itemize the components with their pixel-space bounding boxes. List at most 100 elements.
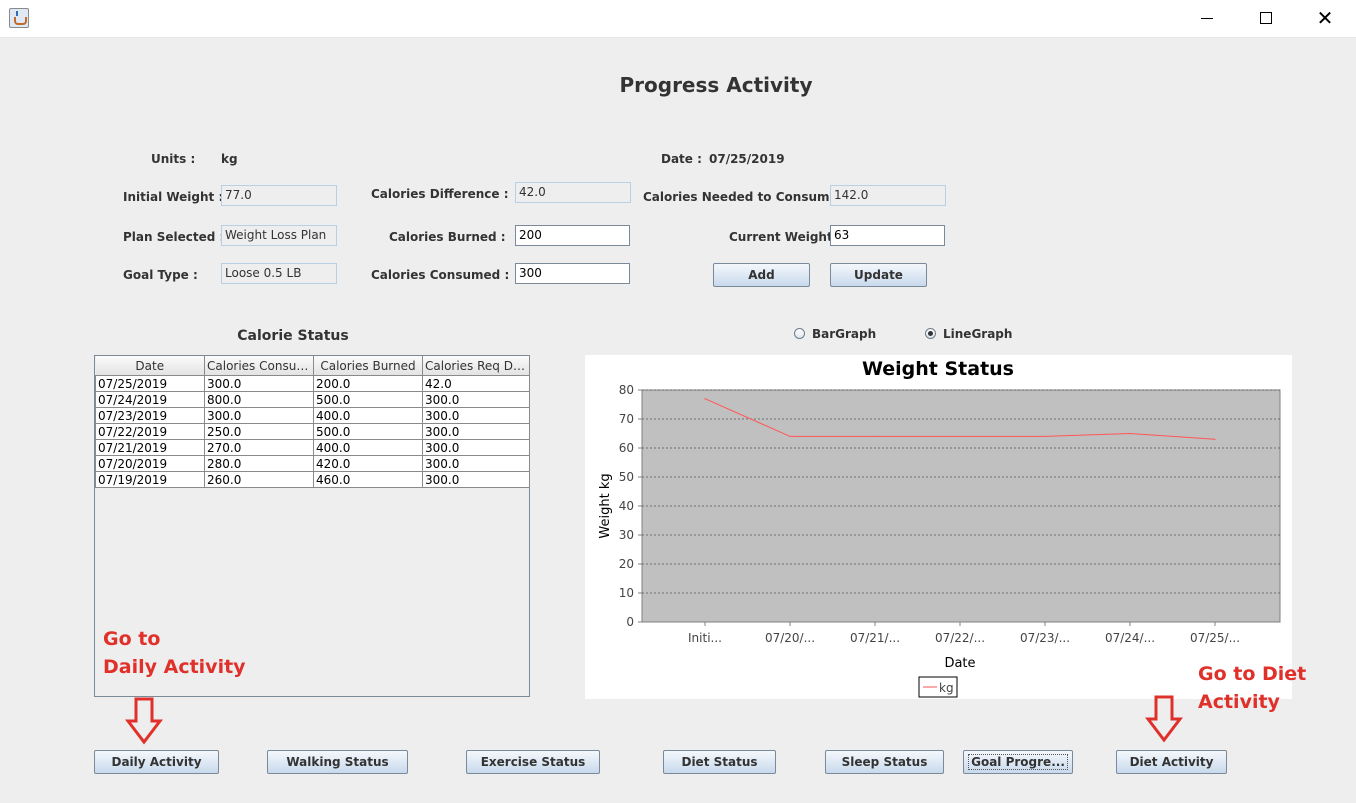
weight-status-chart: Weight Status 0 10 20 30 40 50 60 70 80 Initi... 07… — [585, 355, 1292, 699]
goal-progress-label: Goal Progre... — [968, 754, 1068, 770]
cell-date: 07/20/2019 — [95, 455, 205, 472]
cell-consumed: 800.0 — [204, 391, 314, 408]
cell-burned: 500.0 — [313, 423, 423, 440]
data-point — [704, 398, 706, 400]
y-tick-label: 20 — [619, 557, 634, 571]
y-tick-label: 50 — [619, 470, 634, 484]
x-tick-label: 07/21/... — [850, 631, 900, 645]
radio-selected-icon — [925, 328, 936, 339]
down-arrow-icon — [125, 697, 163, 745]
cell-burned: 200.0 — [313, 375, 423, 392]
cell-consumed: 300.0 — [204, 407, 314, 424]
cell-date: 07/23/2019 — [95, 407, 205, 424]
data-point — [874, 435, 876, 437]
current-weight-input[interactable]: 63 — [830, 225, 945, 246]
calories-burned-input[interactable]: 200 — [515, 225, 630, 246]
table-row[interactable]: 07/25/2019 300.0 200.0 42.0 — [95, 375, 530, 392]
calories-needed-label: Calories Needed to Consumed : — [643, 190, 856, 204]
table-row[interactable]: 07/20/2019 280.0 420.0 300.0 — [95, 455, 530, 472]
y-tick-label: 10 — [619, 586, 634, 600]
date-label: Date : — [661, 152, 702, 166]
sleep-status-button[interactable]: Sleep Status — [825, 750, 944, 774]
y-tick-label: 40 — [619, 499, 634, 513]
initial-weight-label: Initial Weight : — [123, 190, 224, 204]
y-tick-label: 0 — [626, 615, 634, 629]
cell-consumed: 260.0 — [204, 471, 314, 488]
linegraph-label: LineGraph — [943, 327, 1013, 341]
down-arrow-icon — [1145, 695, 1183, 743]
maximize-button[interactable] — [1237, 0, 1295, 37]
walking-status-button[interactable]: Walking Status — [267, 750, 408, 774]
java-app-icon — [9, 8, 29, 28]
calories-burned-label: Calories Burned : — [389, 230, 506, 244]
y-tick-label: 70 — [619, 412, 634, 426]
close-button[interactable]: ✕ — [1296, 0, 1354, 37]
x-tick-label: 07/23/... — [1020, 631, 1070, 645]
calories-consumed-input[interactable]: 300 — [515, 263, 630, 284]
table-row[interactable]: 07/24/2019 800.0 500.0 300.0 — [95, 391, 530, 408]
x-tick-label: 07/20/... — [765, 631, 815, 645]
radio-unselected-icon — [794, 328, 805, 339]
x-tick-label: 07/25/... — [1190, 631, 1240, 645]
data-point — [1044, 435, 1046, 437]
diet-status-button[interactable]: Diet Status — [663, 750, 776, 774]
calories-needed-field: 142.0 — [830, 185, 946, 206]
cell-diff: 300.0 — [422, 423, 530, 440]
annotation-daily-line1: Go to — [103, 628, 161, 650]
bargraph-label: BarGraph — [812, 327, 877, 341]
cell-diff: 300.0 — [422, 439, 530, 456]
current-weight-label: Current Weight : — [729, 230, 842, 244]
table-header-row: Date Calories Consum... Calories Burned … — [95, 356, 530, 376]
daily-activity-button[interactable]: Daily Activity — [94, 750, 219, 774]
cell-date: 07/25/2019 — [95, 375, 205, 392]
cell-burned: 400.0 — [313, 407, 423, 424]
add-button[interactable]: Add — [713, 263, 810, 287]
cell-consumed: 270.0 — [204, 439, 314, 456]
cell-date: 07/19/2019 — [95, 471, 205, 488]
initial-weight-field: 77.0 — [221, 185, 337, 206]
column-header-calories-req-diff[interactable]: Calories Req Diff... — [422, 356, 530, 376]
x-axis-label: Date — [944, 656, 975, 671]
calorie-status-title: Calorie Status — [237, 328, 349, 344]
cell-diff: 300.0 — [422, 455, 530, 472]
goal-type-label: Goal Type : — [123, 268, 198, 282]
cell-burned: 500.0 — [313, 391, 423, 408]
calories-consumed-label: Calories Consumed : — [371, 268, 510, 282]
table-row[interactable]: 07/19/2019 260.0 460.0 300.0 — [95, 471, 530, 488]
column-header-calories-burned[interactable]: Calories Burned — [313, 356, 423, 376]
y-tick-label: 30 — [619, 528, 634, 542]
exercise-status-button[interactable]: Exercise Status — [466, 750, 600, 774]
table-row[interactable]: 07/22/2019 250.0 500.0 300.0 — [95, 423, 530, 440]
calories-difference-field: 42.0 — [515, 182, 631, 203]
y-axis-label: Weight kg — [598, 473, 613, 538]
column-header-date[interactable]: Date — [95, 356, 205, 376]
goal-progress-button[interactable]: Goal Progre... — [963, 750, 1073, 774]
update-button[interactable]: Update — [830, 263, 927, 287]
chart-title: Weight Status — [862, 358, 1014, 380]
cell-date: 07/21/2019 — [95, 439, 205, 456]
diet-activity-button[interactable]: Diet Activity — [1116, 750, 1227, 774]
table-row[interactable]: 07/23/2019 300.0 400.0 300.0 — [95, 407, 530, 424]
linegraph-radio[interactable]: LineGraph — [925, 327, 1015, 341]
minimize-button[interactable] — [1179, 0, 1237, 37]
data-point — [1214, 438, 1216, 440]
calories-difference-label: Calories Difference : — [371, 187, 509, 201]
cell-date: 07/24/2019 — [95, 391, 205, 408]
data-point — [959, 435, 961, 437]
y-tick-label: 80 — [619, 383, 634, 397]
goal-type-field: Loose 0.5 LB — [221, 263, 337, 284]
cell-consumed: 300.0 — [204, 375, 314, 392]
y-tick-label: 60 — [619, 441, 634, 455]
cell-burned: 460.0 — [313, 471, 423, 488]
bargraph-radio[interactable]: BarGraph — [794, 327, 884, 341]
column-header-calories-consumed[interactable]: Calories Consum... — [204, 356, 314, 376]
x-tick-label: 07/24/... — [1105, 631, 1155, 645]
minimize-icon — [1201, 18, 1213, 19]
plan-selected-field: Weight Loss Plan — [221, 225, 337, 246]
data-point — [1129, 432, 1131, 435]
annotation-daily-line2: Daily Activity — [103, 656, 246, 678]
units-value: kg — [221, 152, 238, 166]
table-row[interactable]: 07/21/2019 270.0 400.0 300.0 — [95, 439, 530, 456]
cell-diff: 300.0 — [422, 391, 530, 408]
cell-consumed: 280.0 — [204, 455, 314, 472]
